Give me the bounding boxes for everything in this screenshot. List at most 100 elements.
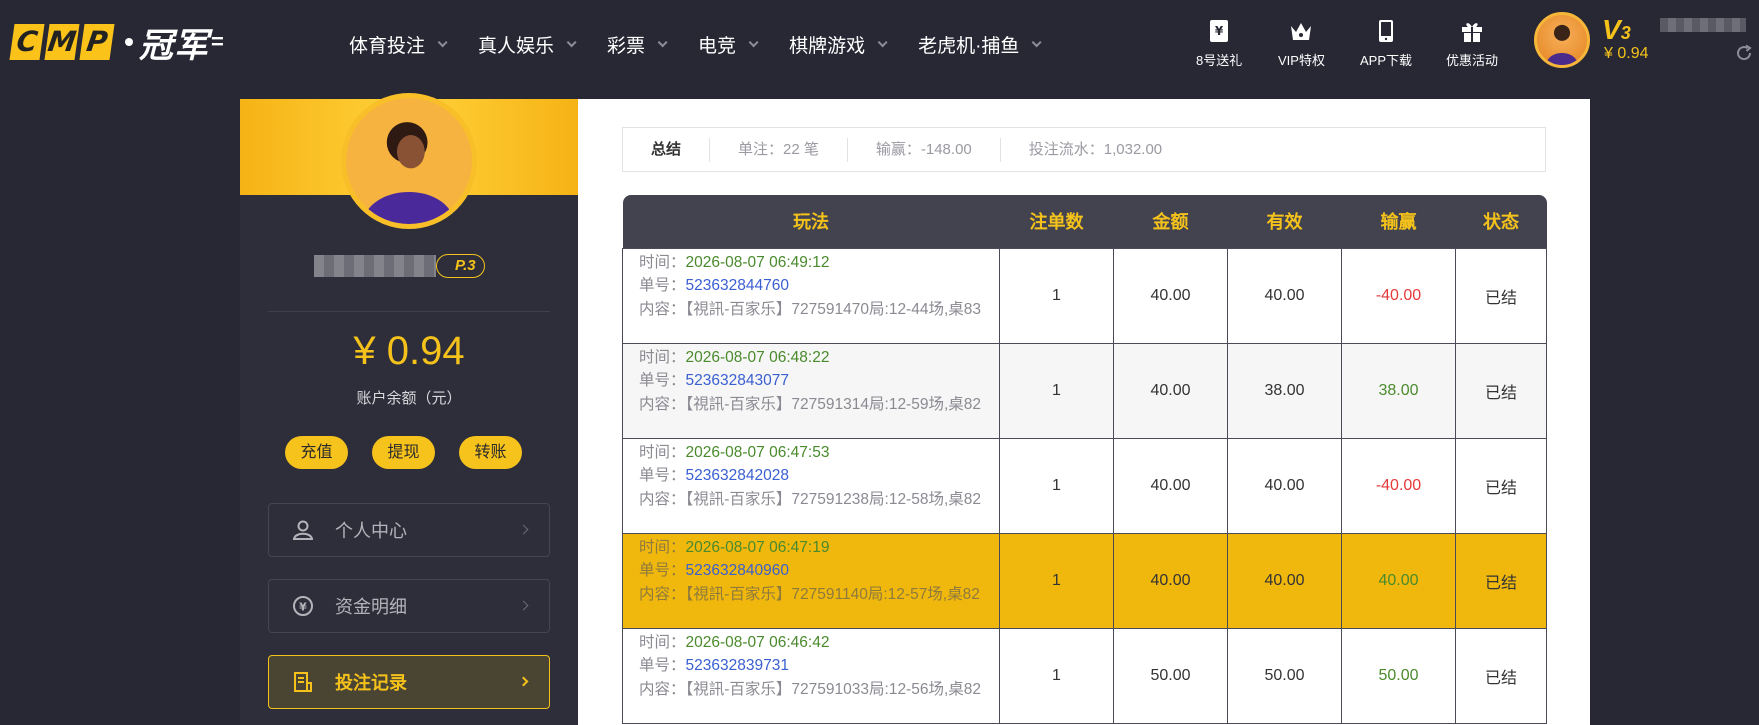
profile-avatar[interactable] [341,93,477,229]
chevron-down-icon [437,36,448,47]
summary-turnover: 投注流水：1,032.00 [1028,140,1163,158]
table-row-highlighted[interactable]: 时间：2026-08-07 06:47:19 单号：523632840960 内… [622,532,1547,629]
sidebar-item-fund-details[interactable]: ¥ 资金明细 [268,579,550,633]
sidebar-item-personal-center[interactable]: 个人中心 [268,503,550,557]
sidebar-item-bet-records[interactable]: 投注记录 [268,655,550,709]
bet-winloss: 40.00 [1341,532,1456,629]
bet-time: 2026-08-07 06:48:22 [685,348,830,366]
top-header: C M P 冠军 = 体育投注 真人娱乐 彩票 电竞 棋牌游戏 老虎机·捕鱼 ¥… [0,0,1759,88]
chevron-right-icon [518,600,529,611]
deposit-button[interactable]: 充值 [285,436,348,469]
account-sidebar: P.3 ¥ 0.94 账户余额（元） 充值 提现 转账 个人中心 ¥ 资金明细 … [240,93,578,725]
refresh-icon[interactable] [1735,44,1753,62]
bet-time: 2026-08-07 06:47:19 [685,538,830,556]
bet-content: 【視訊-百家乐】727591314局:12-59场,桌82 [685,395,982,413]
quick-link-label: 优惠活动 [1446,53,1499,68]
logo-letter-p: P [79,24,115,60]
avatar-portrait [362,122,456,224]
bet-valid: 40.00 [1227,437,1342,534]
quick-link-label: APP下载 [1360,53,1413,68]
withdraw-button[interactable]: 提现 [372,436,435,469]
bet-time: 2026-08-07 06:46:42 [685,633,830,651]
chevron-down-icon [566,36,577,47]
bet-records-panel: 总结 单注：22 笔 输赢：-148.00 投注流水：1,032.00 玩法 注… [578,99,1590,725]
nav-label: 棋牌游戏 [789,35,866,57]
bet-number-link[interactable]: 523632842028 [686,467,789,484]
table-row[interactable]: 时间：2026-08-07 06:47:53 单号：523632842028 内… [622,437,1547,534]
header-avatar[interactable] [1534,12,1590,68]
quick-link-vip[interactable]: VIP特权 [1278,18,1325,69]
bet-amount: 40.00 [1113,437,1228,534]
quick-link-promotions[interactable]: 优惠活动 [1446,18,1498,69]
col-header-winloss: 输赢 [1341,195,1456,248]
bet-valid: 38.00 [1227,342,1342,439]
col-header-valid: 有效 [1227,195,1342,248]
logo-tail-mark: = [211,29,224,54]
bet-detail-cell: 时间：2026-08-07 06:46:42 单号：523632839731 内… [622,627,1000,724]
svg-text:¥: ¥ [299,601,307,614]
col-header-status: 状态 [1455,195,1547,248]
nav-label: 彩票 [607,35,646,57]
quick-link-app-download[interactable]: APP下载 [1360,18,1412,69]
money-cycle-icon: ¥ [293,596,313,616]
bet-number-link[interactable]: 523632843077 [686,372,789,389]
chevron-down-icon [1032,36,1042,47]
bet-content: 【視訊-百家乐】727591033局:12-56场,桌82 [685,680,982,698]
bet-time: 2026-08-07 06:47:53 [685,443,830,461]
bet-records-table-wrap: 玩法 注单数 金额 有效 输赢 状态 时间：2026-08-07 06:49:1… [622,195,1547,724]
bet-time: 2026-08-07 06:49:12 [685,253,830,271]
logo-letter-c: C [9,24,45,60]
summary-bet-count: 单注：22 笔 [710,137,848,162]
account-balance: ¥ 0.94 [353,329,465,373]
chevron-down-icon [748,36,759,47]
bet-winloss: -40.00 [1341,437,1456,534]
nav-label: 真人娱乐 [478,35,555,57]
bet-status: 已结 [1455,247,1547,344]
table-row[interactable]: 时间：2026-08-07 06:48:22 单号：523632843077 内… [622,342,1547,439]
table-row[interactable]: 时间：2026-08-07 06:49:12 单号：523632844760 内… [622,247,1547,344]
bet-content: 【視訊-百家乐】727591470局:12-44场,桌83 [685,300,982,318]
nav-live-casino[interactable]: 真人娱乐 [478,31,577,58]
bet-amount: 50.00 [1113,627,1228,724]
nav-esports[interactable]: 电竞 [698,31,759,58]
bet-winloss: 38.00 [1341,342,1456,439]
bet-count: 1 [999,247,1114,344]
quick-link-8th-gift[interactable]: ¥ 8号送礼 [1196,18,1242,69]
transfer-button[interactable]: 转账 [459,436,522,469]
quick-link-label: VIP特权 [1278,53,1325,68]
summary-winloss: 输赢：-148.00 [848,137,1001,162]
bet-winloss: -40.00 [1341,247,1456,344]
bet-valid: 40.00 [1227,532,1342,629]
nav-lottery[interactable]: 彩票 [607,31,668,58]
bet-number-link[interactable]: 523632844760 [686,277,789,294]
logo-letter-m: M [44,24,80,60]
nav-slots-fishing[interactable]: 老虎机·捕鱼 [918,31,1042,58]
summary-bar: 总结 单注：22 笔 输赢：-148.00 投注流水：1,032.00 [622,127,1546,172]
bet-valid: 40.00 [1227,247,1342,344]
avatar-portrait [1545,24,1579,65]
site-logo[interactable]: C M P 冠军 = [9,22,224,65]
balance-label: 账户余额（元） [356,390,462,407]
table-row[interactable]: 时间：2026-08-07 06:46:42 单号：523632839731 内… [622,627,1547,724]
nav-sports[interactable]: 体育投注 [349,31,448,58]
header-username-redacted [1660,18,1746,32]
bet-winloss: 50.00 [1341,627,1456,724]
bet-number-link[interactable]: 523632839731 [686,657,789,674]
main-nav: 体育投注 真人娱乐 彩票 电竞 棋牌游戏 老虎机·捕鱼 [349,0,1072,88]
gift-ticket-icon: ¥ [1210,20,1229,42]
logo-cn-text: 冠军 [139,26,209,65]
header-vip-level: V3 [1602,14,1631,45]
username-redacted [314,255,436,277]
bet-number-link[interactable]: 523632840960 [686,562,789,579]
sidebar-item-label: 个人中心 [335,521,407,541]
summary-title: 总结 [623,137,711,162]
sidebar-item-label: 资金明细 [335,597,407,617]
bet-detail-cell: 时间：2026-08-07 06:47:53 单号：523632842028 内… [622,437,1000,534]
bet-amount: 40.00 [1113,532,1228,629]
logo-dot [125,38,133,46]
bet-count: 1 [999,532,1114,629]
bet-count: 1 [999,437,1114,534]
bet-content: 【視訊-百家乐】727591238局:12-58场,桌82 [685,490,982,508]
nav-card-games[interactable]: 棋牌游戏 [789,31,888,58]
bet-status: 已结 [1455,342,1547,439]
